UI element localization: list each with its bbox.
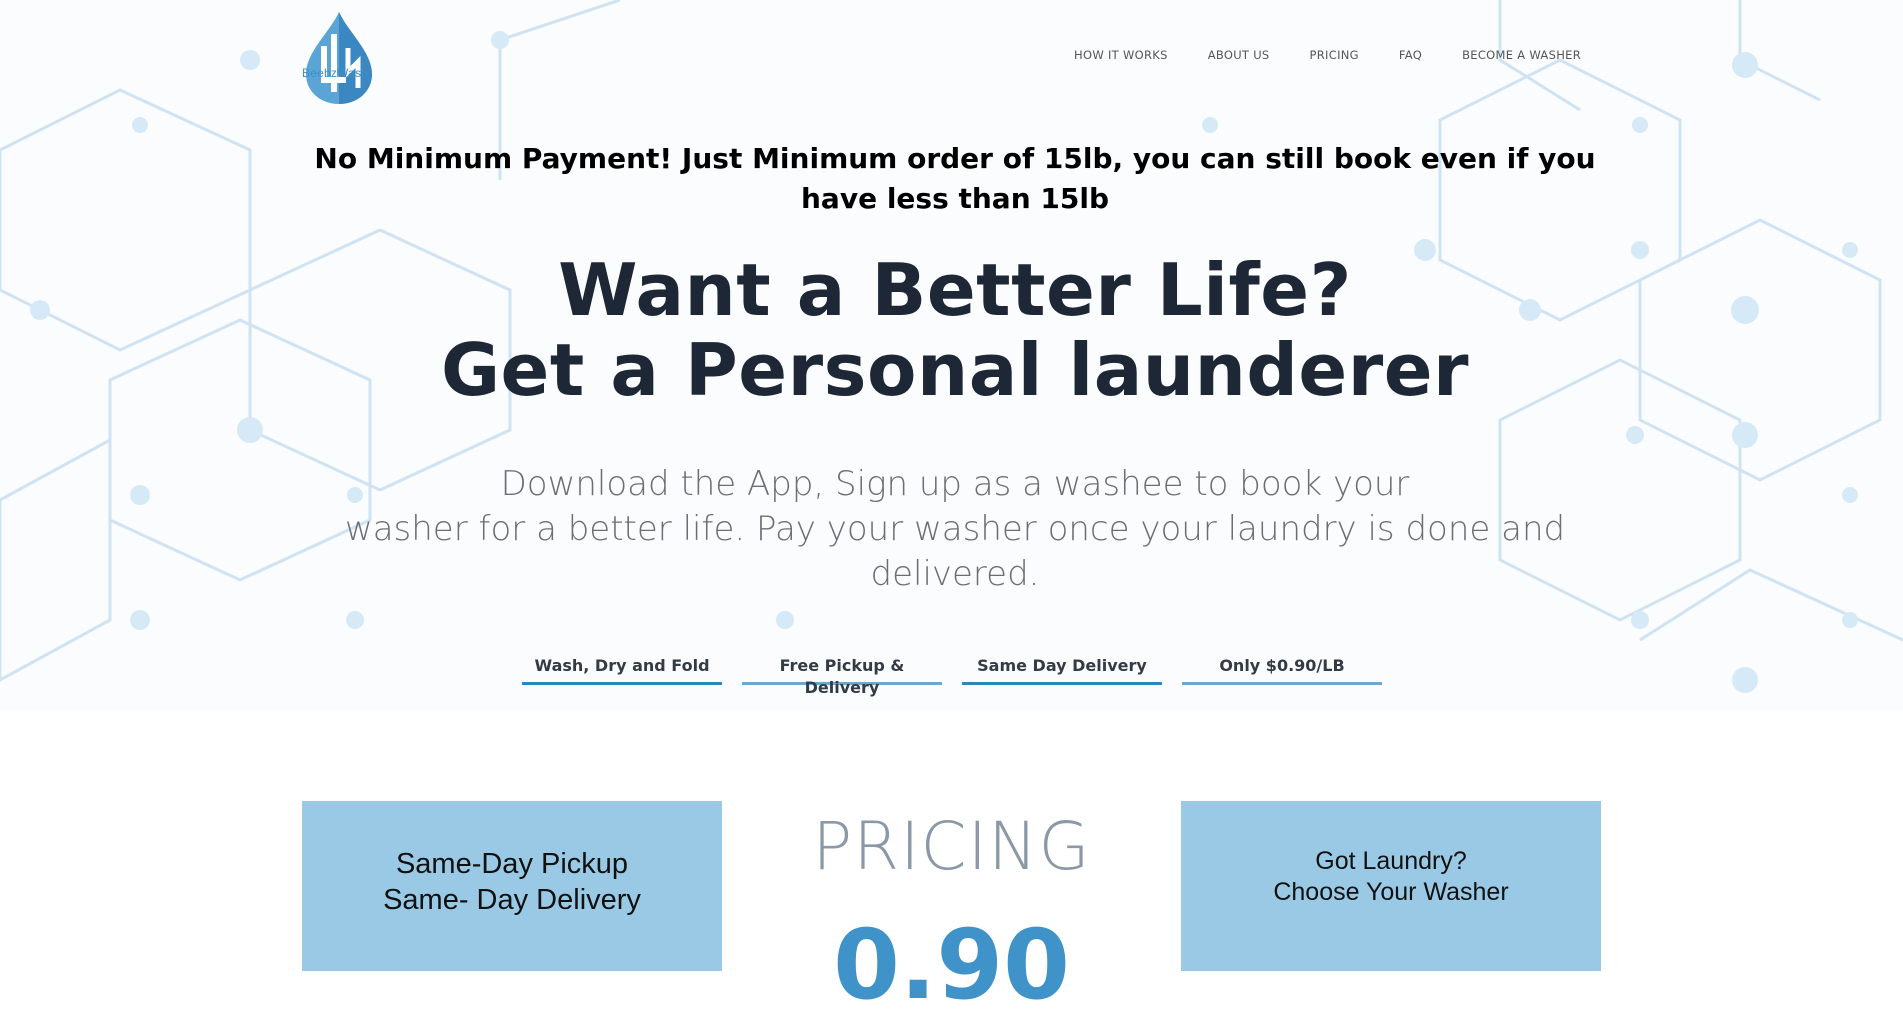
pricing-title: PRICING <box>812 808 1091 885</box>
hero-section: BeebzWash HOW IT WORKS ABOUT US PRICING … <box>0 0 1903 711</box>
feature-list: Wash, Dry and Fold Free Pickup & Deliver… <box>522 655 1382 697</box>
headline-line-1: Want a Better Life? <box>558 248 1352 332</box>
nav-about-us[interactable]: ABOUT US <box>1208 48 1270 62</box>
logo-text: BeebzWash <box>302 66 369 80</box>
headline-line-2: Get a Personal launderer <box>440 328 1470 412</box>
subtext-line-1: Download the App, Sign up as a washee to… <box>500 464 1410 504</box>
same-day-card-line-2: Same- Day Delivery <box>383 884 641 916</box>
choose-washer-card: Got Laundry? Choose Your Washer <box>1181 801 1601 971</box>
same-day-card-line-1: Same-Day Pickup <box>395 848 629 880</box>
nav-how-it-works[interactable]: HOW IT WORKS <box>1074 48 1168 62</box>
feature-price-per-lb: Only $0.90/LB <box>1182 655 1382 685</box>
subtext-line-3: delivered. <box>870 554 1040 594</box>
price-value: 0.90 <box>833 909 1070 1021</box>
choose-washer-card-line-1: Got Laundry? <box>1315 847 1467 875</box>
minimum-order-notice: No Minimum Payment! Just Minimum order o… <box>314 142 1596 215</box>
site-header: BeebzWash HOW IT WORKS ABOUT US PRICING … <box>0 0 1903 120</box>
hero-subtext: Download the App, Sign up as a washee to… <box>300 462 1610 597</box>
feature-free-pickup-delivery: Free Pickup & Delivery <box>742 655 942 697</box>
nav-become-a-washer[interactable]: BECOME A WASHER <box>1462 48 1581 62</box>
subtext-line-2: washer for a better life. Pay your washe… <box>344 509 1566 549</box>
same-day-card: Same-Day Pickup Same- Day Delivery <box>302 801 722 971</box>
nav-faq[interactable]: FAQ <box>1399 48 1422 62</box>
feature-wash-dry-fold: Wash, Dry and Fold <box>522 655 722 685</box>
hero-headline: Want a Better Life? Get a Personal laund… <box>300 250 1610 410</box>
beebzwash-logo-icon[interactable] <box>300 8 378 104</box>
main-nav: HOW IT WORKS ABOUT US PRICING FAQ BECOME… <box>1074 48 1581 62</box>
choose-washer-card-line-2: Choose Your Washer <box>1273 878 1509 906</box>
feature-same-day-delivery: Same Day Delivery <box>962 655 1162 685</box>
nav-pricing[interactable]: PRICING <box>1310 48 1359 62</box>
